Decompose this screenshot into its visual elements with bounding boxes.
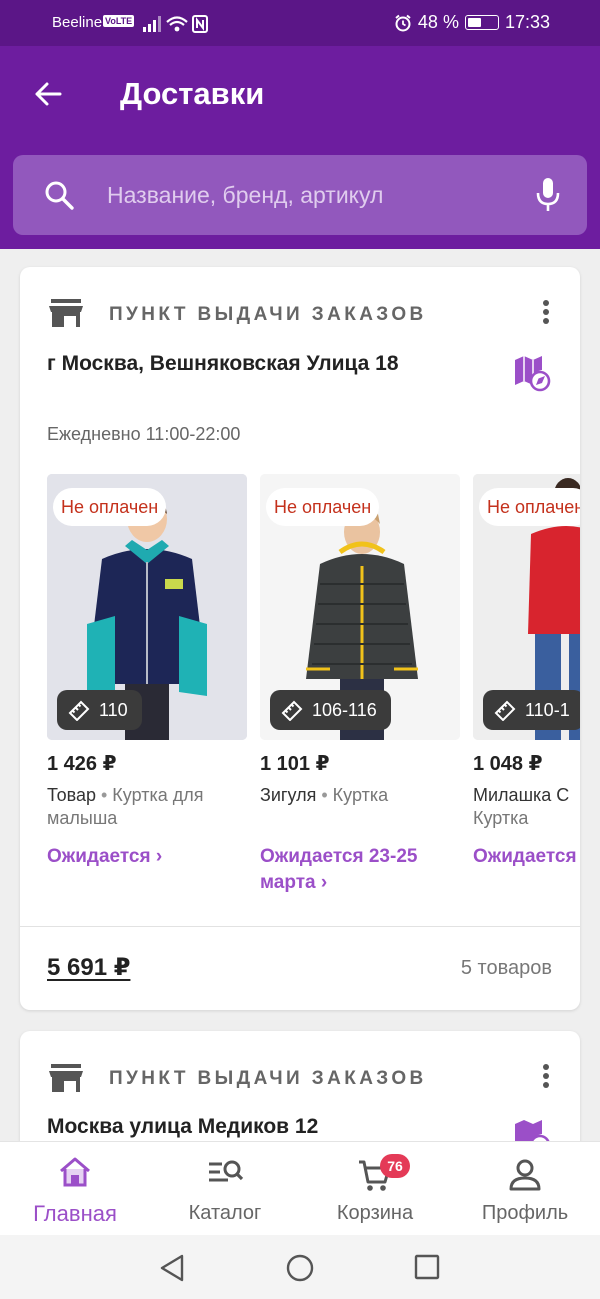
size-value: 106-116 xyxy=(312,700,377,720)
unpaid-badge: Не оплачен xyxy=(53,488,167,526)
product-name: Товар • Куртка для малыша xyxy=(47,785,204,828)
product-item[interactable]: Не оплачен 110 1 426 ₽ Товар • Куртка дл… xyxy=(47,474,247,867)
product-category: Куртка xyxy=(332,785,389,805)
map-location-icon[interactable] xyxy=(514,355,552,393)
more-options-icon[interactable] xyxy=(534,1061,558,1093)
nav-catalog[interactable]: Каталог xyxy=(150,1142,300,1236)
home-icon xyxy=(60,1157,90,1187)
product-name: Милашка С Куртка xyxy=(473,784,580,830)
store-icon xyxy=(49,1064,83,1092)
system-recents-icon[interactable] xyxy=(413,1253,441,1281)
volte-icon: VoLTE xyxy=(103,15,135,27)
nav-profile[interactable]: Профиль xyxy=(450,1142,600,1236)
nav-profile-label: Профиль xyxy=(481,1202,569,1224)
signal-wifi-nfc-icons xyxy=(143,15,208,33)
battery-percent: 48 % xyxy=(417,12,459,32)
carrier-name: Beeline xyxy=(52,14,103,31)
status-bar: Beeline VoLTE 48 % 17:33 xyxy=(0,0,600,46)
store-icon xyxy=(49,299,83,327)
ruler-icon xyxy=(494,700,516,721)
nav-catalog-label: Каталог xyxy=(188,1202,262,1224)
product-brand: Милашка С xyxy=(473,785,570,805)
size-chip: 106-116 xyxy=(270,690,391,730)
delivery-address: Москва улица Медиков 12 xyxy=(47,1115,319,1138)
battery-icon xyxy=(464,15,499,30)
alarm-icon xyxy=(395,14,411,31)
search-icon xyxy=(45,181,74,210)
product-image[interactable]: Не оплачен 110-1 xyxy=(473,474,580,740)
nav-home-label: Главная xyxy=(33,1201,117,1226)
opening-hours: Ежедневно 11:00-22:00 xyxy=(47,424,241,444)
bottom-navigation: Главная Каталог 76 Корзина Профиль xyxy=(0,1141,600,1235)
unpaid-badge: Не оплачен xyxy=(266,488,380,526)
system-back-icon[interactable] xyxy=(158,1253,186,1283)
product-price: 1 426 ₽ xyxy=(47,753,117,775)
nav-cart[interactable]: 76 Корзина xyxy=(300,1142,450,1236)
pickup-point-label: ПУНКТ ВЫДАЧИ ЗАКАЗОВ xyxy=(109,1068,427,1089)
items-count: 5 товаров xyxy=(460,957,552,979)
product-name: Зигуля • Куртка xyxy=(260,785,389,805)
product-brand: Зигуля xyxy=(260,785,317,805)
cart-count-badge: 76 xyxy=(380,1154,410,1178)
app-bar: Доставки xyxy=(0,46,600,249)
product-image[interactable]: Не оплачен 106-116 xyxy=(260,474,460,740)
product-image[interactable]: Не оплачен 110 xyxy=(47,474,247,740)
system-navigation-bar xyxy=(0,1235,600,1299)
product-item[interactable]: Не оплачен 110-1 1 048 ₽ Милашка С Куртка… xyxy=(473,474,580,867)
size-value: 110 xyxy=(99,700,128,720)
product-category: Куртка xyxy=(473,808,529,828)
divider xyxy=(20,926,580,927)
microphone-icon[interactable] xyxy=(535,177,561,213)
delivery-eta-link[interactable]: Ожидается марта › xyxy=(473,844,580,870)
profile-icon xyxy=(509,1159,541,1191)
product-price: 1 048 ₽ xyxy=(473,753,543,775)
size-chip: 110-1 xyxy=(483,690,580,730)
delivery-card: ПУНКТ ВЫДАЧИ ЗАКАЗОВ г Москва, Вешняковс… xyxy=(20,267,580,1010)
product-brand: Товар xyxy=(47,785,96,805)
more-options-icon[interactable] xyxy=(534,297,558,329)
ruler-icon xyxy=(68,700,90,721)
size-chip: 110 xyxy=(57,690,142,730)
search-bar[interactable] xyxy=(13,155,587,235)
unpaid-badge: Не оплачен xyxy=(479,488,580,526)
order-total[interactable]: 5 691 ₽ xyxy=(47,953,130,982)
size-value: 110-1 xyxy=(525,700,570,720)
nav-home[interactable]: Главная xyxy=(0,1142,150,1236)
delivery-eta-link[interactable]: Ожидается › xyxy=(47,844,247,870)
search-input[interactable] xyxy=(107,173,507,217)
product-price: 1 101 ₽ xyxy=(260,753,330,775)
clock: 17:33 xyxy=(504,12,550,32)
delivery-address: г Москва, Вешняковская Улица 18 xyxy=(47,352,399,375)
page-title: Доставки xyxy=(120,76,265,111)
product-item[interactable]: Не оплачен 106-116 1 101 ₽ Зигуля • Курт… xyxy=(260,474,460,893)
catalog-search-icon xyxy=(209,1160,244,1182)
delivery-eta-link[interactable]: Ожидается 23-25 марта › xyxy=(260,844,460,896)
nav-cart-label: Корзина xyxy=(336,1202,414,1224)
back-arrow-icon[interactable] xyxy=(30,76,66,112)
status-right: 48 % 17:33 xyxy=(394,12,550,33)
pickup-point-label: ПУНКТ ВЫДАЧИ ЗАКАЗОВ xyxy=(109,304,427,325)
products-carousel[interactable]: Не оплачен 110 1 426 ₽ Товар • Куртка дл… xyxy=(47,474,580,914)
ruler-icon xyxy=(281,700,303,721)
system-home-icon[interactable] xyxy=(285,1253,315,1283)
